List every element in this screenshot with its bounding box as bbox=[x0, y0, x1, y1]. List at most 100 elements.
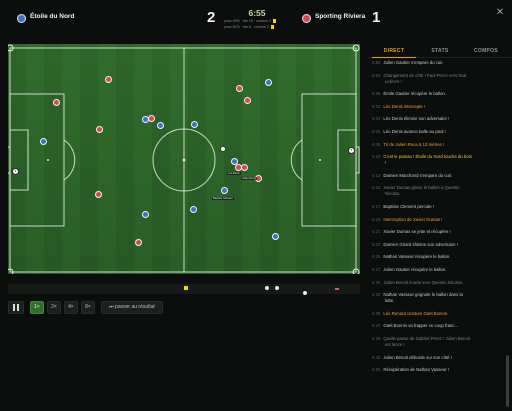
event-text: Julien Gautier s'empare du cuir. bbox=[383, 60, 444, 65]
away-score: 1 bbox=[372, 9, 381, 26]
match-timeline[interactable] bbox=[8, 284, 360, 294]
feed-event: 6:04 Léo Denis élimine son adversaire ! bbox=[372, 116, 504, 122]
home-player[interactable] bbox=[272, 233, 279, 240]
player-name-tag: Baptiste Clément bbox=[212, 197, 234, 200]
feed-event: 5:56 Julien Gautier s'empare du cuir. bbox=[372, 60, 504, 66]
event-text: Nathan Vasseur grignote le ballon dans l… bbox=[383, 292, 463, 298]
home-team-name: Étoile du Nord bbox=[30, 13, 75, 20]
event-text: Lefèvre ! bbox=[385, 78, 402, 84]
goal-icon bbox=[303, 291, 307, 295]
home-team-badge bbox=[17, 14, 26, 23]
event-time: 6:35 bbox=[372, 310, 381, 316]
away-goalkeeper[interactable]: 1 bbox=[348, 147, 355, 154]
panel-tabs: DIRECT STATS COMPOS bbox=[368, 44, 512, 58]
away-team-badge bbox=[302, 14, 311, 23]
home-player[interactable] bbox=[265, 79, 272, 86]
close-icon[interactable]: ✕ bbox=[494, 7, 506, 19]
yellow-card-icon bbox=[270, 25, 274, 29]
speed-2x-button[interactable]: 2× bbox=[47, 301, 61, 314]
event-text: ! bbox=[385, 160, 387, 166]
tab-stats[interactable]: STATS bbox=[418, 44, 462, 58]
feed-scrollbar[interactable] bbox=[506, 355, 509, 407]
home-goalkeeper[interactable]: 1 bbox=[12, 168, 19, 175]
speed-8x-button[interactable]: 8× bbox=[81, 301, 95, 314]
player-name-tag: Léo Denis bbox=[227, 172, 241, 175]
event-time: 6:32 bbox=[372, 292, 381, 298]
feed-event: 6:25 Nathan Vasseur récupère le ballon. bbox=[372, 254, 504, 260]
speed-1x-button[interactable]: 1× bbox=[30, 301, 44, 314]
feed-event: 6:13 Damien Marchand s'empare du cuir. bbox=[372, 173, 504, 179]
event-time: 6:27 bbox=[372, 267, 381, 272]
feed-event: ! bbox=[372, 160, 504, 166]
event-time: 6:25 bbox=[372, 254, 381, 260]
feed-event: 6:03 Léo Denis intercepte ! bbox=[372, 104, 504, 110]
event-text: Émile Gautier récupère le ballon. bbox=[383, 91, 446, 97]
feed-event: 6:19 Interception de Xavier Dumas ! bbox=[372, 217, 504, 223]
feed-event: 6:23 Damien Girard élimine son adversaire… bbox=[372, 242, 504, 248]
tab-direct[interactable]: DIRECT bbox=[372, 44, 416, 58]
event-text: Julien Gautier récupère le ballon. bbox=[383, 267, 447, 272]
event-text: Julien Benoit écarte vers Quentin Nicola… bbox=[383, 279, 464, 285]
event-time: 6:21 bbox=[372, 229, 381, 235]
event-time: 6:15 bbox=[372, 185, 381, 191]
away-player[interactable] bbox=[95, 191, 102, 198]
feed-event: 6:06 Léo Denis avance balle au pied ! bbox=[372, 129, 504, 135]
event-text: Léo Denis avance balle au pied ! bbox=[383, 129, 446, 134]
match-header: Étoile du Nord 2 6:55 poss 49% · tirs 18… bbox=[0, 0, 512, 40]
feed-event: 6:35 Léo Renard ceinture Gaël Bonnin. bbox=[372, 311, 504, 317]
event-time: 5:55 bbox=[372, 91, 381, 97]
home-stat-line: poss 49% · tirs 18 · corners 2 bbox=[224, 19, 276, 23]
skip-to-result-button[interactable]: ⏭ passer au résultat bbox=[101, 301, 163, 314]
home-player[interactable] bbox=[190, 206, 197, 213]
event-time: 6:23 bbox=[372, 241, 381, 247]
event-time: 6:13 bbox=[372, 172, 381, 178]
event-text: Baptiste Clement percute ! bbox=[383, 204, 435, 209]
speed-4x-button[interactable]: 4× bbox=[64, 301, 78, 314]
live-feed: 5:56 Julien Gautier s'empare du cuir. 5:53… bbox=[368, 60, 508, 411]
event-text: Interception de Xavier Dumas ! bbox=[383, 216, 443, 222]
event-time: 6:06 bbox=[372, 129, 381, 134]
event-text: lutte. bbox=[385, 298, 395, 304]
away-player[interactable] bbox=[96, 126, 103, 133]
feed-event: 6:42 Julien Benoit déborde sur son côté ! bbox=[372, 355, 504, 361]
event-text: Récupération de Nathan Vasseur ! bbox=[383, 367, 449, 373]
event-text: C'est le poteau ! Étoile du Nord touche … bbox=[383, 154, 472, 160]
event-text: Nathan Vasseur récupère le ballon. bbox=[383, 254, 451, 260]
goal-icon bbox=[275, 286, 279, 290]
away-player[interactable] bbox=[148, 115, 155, 122]
event-text: Léo Renard ceinture Gaël Bonnin. bbox=[383, 310, 449, 316]
feed-event: 6:50 Récupération de Nathan Vasseur ! bbox=[372, 367, 504, 373]
event-text: Xavier Dumas glisse le ballon à Quentin bbox=[383, 185, 460, 191]
goal-icon bbox=[265, 286, 269, 290]
away-player[interactable] bbox=[244, 97, 251, 104]
home-player[interactable] bbox=[191, 121, 198, 128]
event-time: 6:37 bbox=[372, 323, 381, 329]
away-player[interactable] bbox=[236, 85, 243, 92]
event-text: Tir de Julien Roux à 13 mètres ! bbox=[383, 141, 445, 147]
event-time: 5:53 bbox=[372, 72, 381, 78]
event-time: 6:39 bbox=[372, 336, 381, 341]
away-player[interactable] bbox=[53, 99, 60, 106]
ball-icon bbox=[220, 146, 226, 152]
pitch-view: 1 1 Léo Denis Julien Roux Baptiste Cléme… bbox=[8, 44, 360, 274]
away-player[interactable] bbox=[135, 239, 142, 246]
away-stat-line: poss 51% · tirs 6 · corners 2 bbox=[224, 25, 274, 29]
yellow-card-icon bbox=[184, 286, 188, 290]
feed-event: 6:17 Baptiste Clement percute ! bbox=[372, 204, 504, 210]
home-player[interactable] bbox=[221, 187, 228, 194]
event-time: 6:04 bbox=[372, 116, 381, 122]
event-time: 6:50 bbox=[372, 367, 381, 373]
feed-event: Lefèvre ! bbox=[372, 79, 504, 85]
event-text: Changement de côté ! Paul Perez vers Noé bbox=[383, 72, 467, 78]
away-team-name: Sporting Riviera bbox=[315, 13, 366, 20]
feed-event: est lancé ! bbox=[372, 342, 504, 348]
away-player[interactable] bbox=[105, 76, 112, 83]
tab-compos[interactable]: COMPOS bbox=[464, 44, 508, 58]
home-player[interactable] bbox=[157, 122, 164, 129]
home-player[interactable] bbox=[40, 138, 47, 145]
away-player[interactable] bbox=[241, 164, 248, 171]
player-name-tag: Julien Roux bbox=[241, 177, 257, 180]
home-player[interactable] bbox=[142, 211, 149, 218]
feed-event: 6:08 Tir de Julien Roux à 13 mètres ! bbox=[372, 142, 504, 148]
event-text: Gaël Bonnin va frapper ce coup franc… bbox=[383, 323, 459, 329]
